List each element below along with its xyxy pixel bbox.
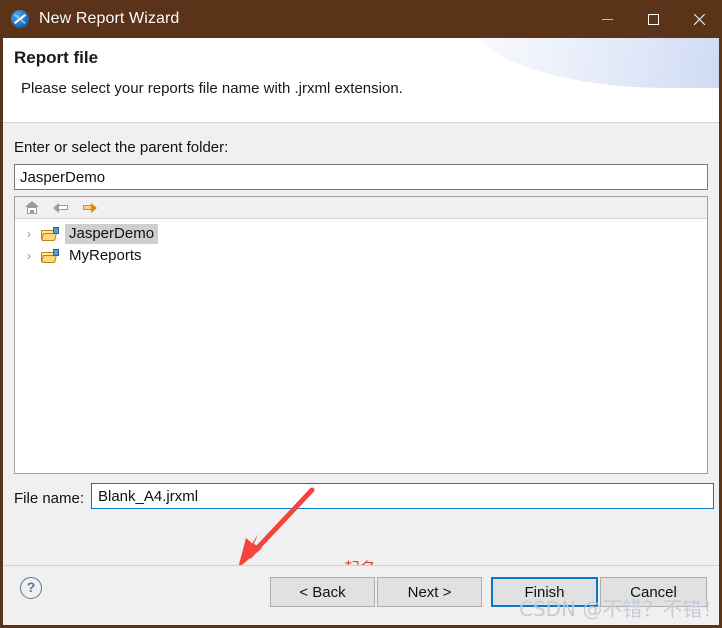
- minimize-icon[interactable]: [584, 0, 630, 38]
- jaspersoft-compass-icon: [10, 9, 30, 29]
- wizard-header: Report file Please select your reports f…: [3, 38, 719, 122]
- file-name-input[interactable]: [91, 483, 714, 509]
- close-icon[interactable]: [676, 0, 719, 38]
- folder-icon: [41, 248, 59, 264]
- folder-tree-toolbar: [15, 197, 707, 219]
- tree-item-label: JasperDemo: [65, 224, 159, 244]
- back-button[interactable]: < Back: [270, 577, 375, 607]
- title-bar[interactable]: New Report Wizard: [3, 0, 719, 38]
- help-icon[interactable]: ?: [20, 577, 42, 599]
- expand-chevron-icon[interactable]: ›: [27, 223, 41, 245]
- page-description: Please select your reports file name wit…: [21, 80, 403, 97]
- window-controls: [584, 0, 719, 38]
- new-report-wizard-dialog: New Report Wizard Report file Please sel…: [0, 0, 722, 628]
- watermark: CSDN @不错？不错！: [519, 597, 722, 621]
- window-title: New Report Wizard: [39, 10, 180, 27]
- parent-folder-label: Enter or select the parent folder:: [14, 139, 229, 156]
- back-arrow-icon[interactable]: [53, 200, 69, 215]
- home-icon[interactable]: [24, 200, 40, 215]
- expand-chevron-icon[interactable]: ›: [27, 245, 41, 267]
- forward-arrow-icon[interactable]: [82, 200, 98, 215]
- tree-item-label: MyReports: [69, 247, 142, 264]
- tree-item-jasperdemo[interactable]: › JasperDemo: [15, 223, 707, 245]
- page-title: Report file: [14, 48, 99, 67]
- tree-item-myreports[interactable]: › MyReports: [15, 245, 707, 267]
- folder-icon: [41, 226, 59, 242]
- folder-tree-panel[interactable]: › JasperDemo › MyReports: [14, 196, 708, 474]
- next-button[interactable]: Next >: [377, 577, 482, 607]
- folder-tree-items: › JasperDemo › MyReports: [15, 219, 707, 267]
- maximize-icon[interactable]: [630, 0, 676, 38]
- header-decoration: [469, 38, 719, 88]
- file-name-label: File name:: [14, 490, 85, 507]
- wizard-body: Enter or select the parent folder: ›: [3, 123, 719, 625]
- parent-folder-input[interactable]: [14, 164, 708, 190]
